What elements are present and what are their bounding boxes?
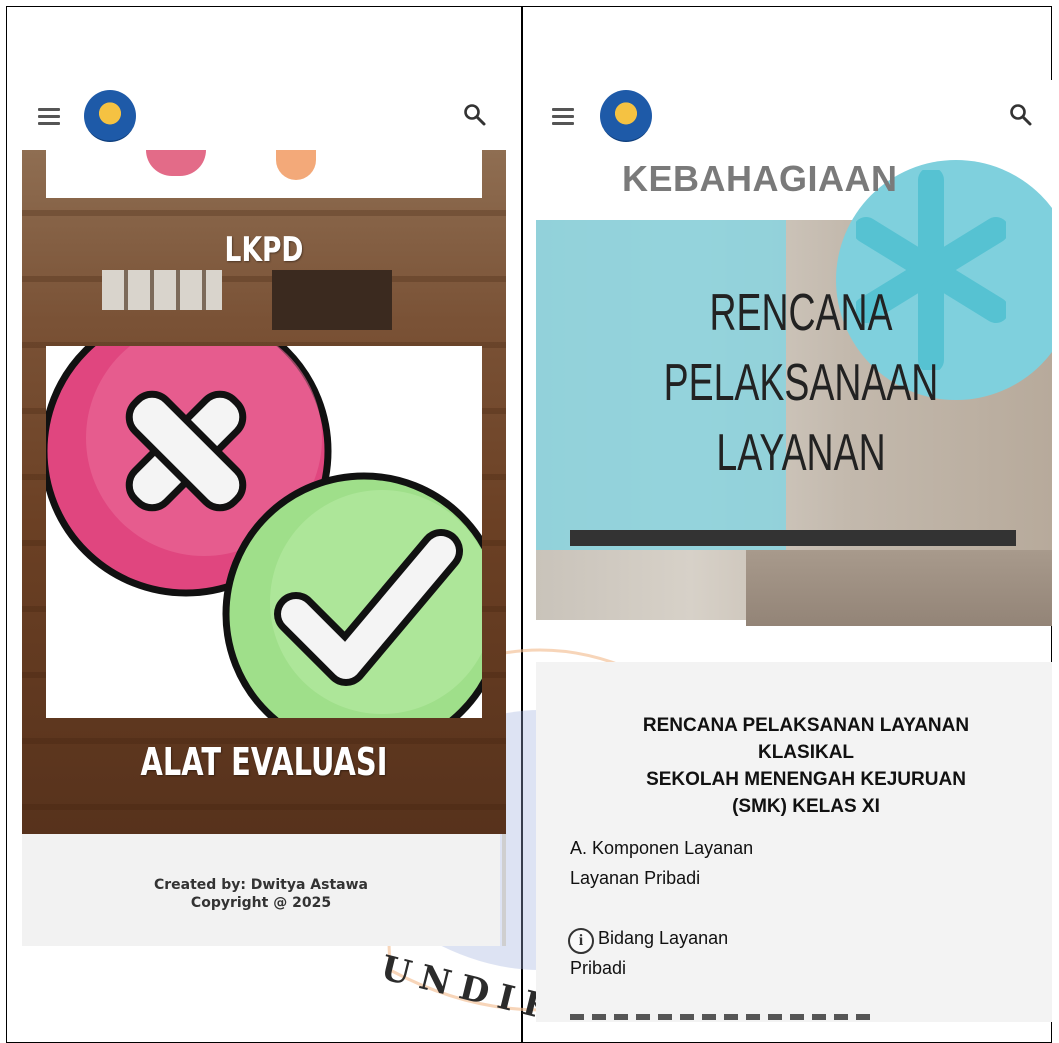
hero-title-line3: LAYANAN (716, 424, 886, 482)
hero-top-word: KEBAHAGIAAN (622, 158, 898, 199)
hamburger-icon[interactable] (552, 108, 574, 126)
cross-check-illustration (46, 346, 482, 718)
pink-shape (146, 150, 206, 176)
heading-line1: RENCANA PELAKSANAN LAYANAN (642, 715, 970, 736)
hamburger-icon[interactable] (38, 108, 60, 126)
institution-logo[interactable] (84, 90, 136, 142)
right-phone-screen: KEBAHAGIAAN RENCANA PELAKSANAAN LAYANAN … (536, 80, 1052, 1022)
left-phone-screen: LKPD ALAT EVALUASI Created by: Dwitya As… (22, 80, 506, 946)
cut-off-text (570, 1014, 870, 1020)
created-by-text: Created by: Dwitya Astawa (153, 877, 368, 893)
hero-title-line2: PELAKSANAAN (663, 354, 939, 412)
hero-title: RENCANA PELAKSANAAN LAYANAN (610, 278, 992, 488)
evaluation-card[interactable] (46, 346, 482, 718)
top-bar (536, 80, 1052, 150)
institution-logo[interactable] (600, 90, 652, 142)
search-icon[interactable] (1008, 102, 1034, 128)
info-icon[interactable]: i (568, 928, 594, 954)
field-value: Pribadi (570, 958, 627, 978)
component-value: Layanan Pribadi (570, 868, 701, 888)
document-heading: RENCANA PELAKSANAN LAYANAN KLASIKAL SEKO… (576, 712, 1036, 820)
lkpd-label[interactable]: LKPD (75, 230, 453, 270)
classroom-window (102, 270, 222, 310)
hero-title-line1: RENCANA (709, 284, 893, 342)
heading-line3: SEKOLAH MENENGAH KEJURUAN (646, 769, 966, 790)
previous-card[interactable] (46, 150, 482, 198)
hero-divider-bar (570, 530, 1016, 546)
scrollbar[interactable] (502, 834, 506, 946)
hero-banner: KEBAHAGIAAN RENCANA PELAKSANAAN LAYANAN (536, 150, 1052, 626)
heading-line4: (SMK) KELAS XI (732, 796, 880, 817)
footer-credits: Created by: Dwitya Astawa Copyright @ 20… (22, 876, 500, 912)
classroom-door (272, 270, 392, 330)
footer: Created by: Dwitya Astawa Copyright @ 20… (22, 834, 500, 946)
students-photo (746, 550, 1052, 626)
component-label: A. Komponen Layanan (570, 838, 754, 858)
copyright-text: Copyright @ 2025 (190, 895, 332, 911)
document-section: RENCANA PELAKSANAN LAYANAN KLASIKAL SEKO… (536, 662, 1052, 1022)
hand-shape (276, 150, 316, 180)
heading-line2: KLASIKAL (757, 742, 855, 763)
evaluation-label[interactable]: ALAT EVALUASI (80, 740, 448, 784)
top-bar (22, 80, 506, 150)
field-label: Bidang Layanan (598, 928, 729, 948)
search-icon[interactable] (462, 102, 488, 128)
